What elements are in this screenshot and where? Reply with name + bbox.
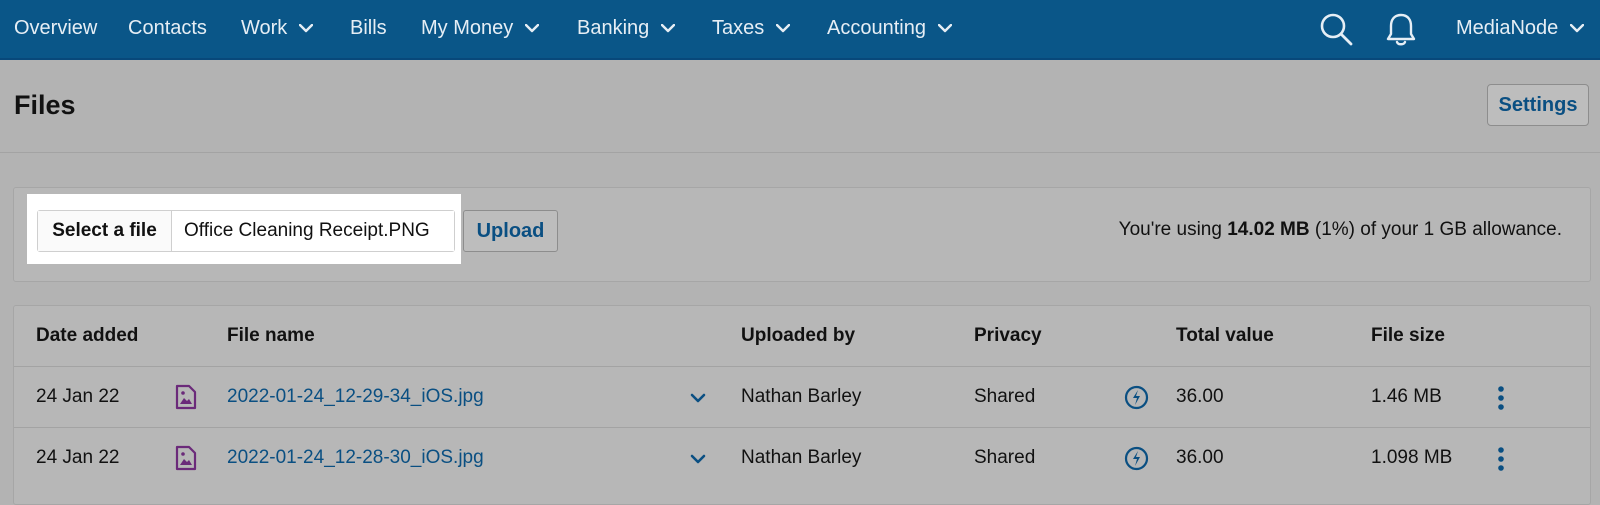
image-file-icon bbox=[175, 445, 197, 476]
table-row: 24 Jan 22 2022-01-24_12-28-30_iOS.jpg Na… bbox=[14, 428, 1590, 488]
nav-bills-label: Bills bbox=[350, 16, 387, 39]
usage-amount: 14.02 MB bbox=[1227, 219, 1310, 240]
explanation-link-icon[interactable] bbox=[1124, 446, 1149, 476]
cell-privacy: Shared bbox=[974, 447, 1036, 468]
chevron-down-icon[interactable] bbox=[690, 451, 706, 469]
more-options-icon[interactable] bbox=[1497, 446, 1505, 477]
nav-my-money-label: My Money bbox=[421, 16, 514, 39]
cell-file-size: 1.46 MB bbox=[1371, 386, 1442, 407]
chevron-down-icon bbox=[661, 23, 676, 33]
explanation-link-icon[interactable] bbox=[1124, 385, 1149, 415]
cell-date: 24 Jan 22 bbox=[36, 447, 120, 468]
page-title: Files bbox=[14, 90, 76, 120]
nav-contacts-label: Contacts bbox=[128, 16, 207, 39]
nav-overview[interactable]: Overview bbox=[14, 0, 97, 56]
usage-suffix: (1%) of your 1 GB allowance. bbox=[1309, 219, 1562, 240]
column-header-date[interactable]: Date added bbox=[36, 325, 138, 347]
file-picker[interactable]: Select a file Office Cleaning Receipt.PN… bbox=[37, 210, 455, 252]
nav-work[interactable]: Work bbox=[241, 0, 314, 56]
nav-banking[interactable]: Banking bbox=[577, 0, 676, 56]
chevron-down-icon bbox=[937, 23, 952, 33]
cell-privacy: Shared bbox=[974, 386, 1036, 407]
nav-taxes-label: Taxes bbox=[712, 16, 765, 39]
account-label: MediaNode bbox=[1456, 16, 1559, 39]
nav-banking-label: Banking bbox=[577, 16, 650, 39]
select-file-button[interactable]: Select a file bbox=[38, 211, 172, 251]
top-navigation: Overview Contacts Work Bills My Money Ba… bbox=[0, 0, 1600, 60]
chevron-down-icon bbox=[299, 23, 314, 33]
column-header-file-size[interactable]: File size bbox=[1371, 325, 1445, 347]
column-header-total-value[interactable]: Total value bbox=[1176, 325, 1274, 347]
column-header-uploaded-by[interactable]: Uploaded by bbox=[741, 325, 855, 347]
chevron-down-icon bbox=[525, 23, 540, 33]
nav-taxes[interactable]: Taxes bbox=[712, 0, 791, 56]
nav-overview-label: Overview bbox=[14, 16, 98, 39]
file-name-link[interactable]: 2022-01-24_12-28-30_iOS.jpg bbox=[227, 447, 484, 469]
nav-my-money[interactable]: My Money bbox=[421, 0, 540, 56]
cell-date: 24 Jan 22 bbox=[36, 386, 120, 407]
file-name-link[interactable]: 2022-01-24_12-29-34_iOS.jpg bbox=[227, 386, 484, 408]
account-menu[interactable]: MediaNode bbox=[1456, 0, 1585, 56]
cell-uploaded-by: Nathan Barley bbox=[741, 447, 862, 468]
chevron-down-icon bbox=[1570, 23, 1585, 33]
cell-total-value: 36.00 bbox=[1176, 386, 1224, 407]
cell-uploaded-by: Nathan Barley bbox=[741, 386, 862, 407]
column-header-file-name[interactable]: File name bbox=[227, 325, 315, 347]
image-file-icon bbox=[175, 384, 197, 415]
nav-contacts[interactable]: Contacts bbox=[128, 0, 207, 56]
more-options-icon[interactable] bbox=[1497, 385, 1505, 416]
nav-accounting[interactable]: Accounting bbox=[827, 0, 952, 56]
settings-button[interactable]: Settings bbox=[1487, 84, 1589, 126]
nav-work-label: Work bbox=[241, 16, 288, 39]
bell-icon[interactable] bbox=[1385, 11, 1421, 47]
chevron-down-icon[interactable] bbox=[690, 390, 706, 408]
column-header-privacy[interactable]: Privacy bbox=[974, 325, 1042, 347]
upload-button[interactable]: Upload bbox=[463, 210, 558, 252]
selected-file-name: Office Cleaning Receipt.PNG bbox=[172, 211, 454, 251]
nav-bills[interactable]: Bills bbox=[350, 0, 387, 56]
storage-usage: You're using 14.02 MB (1%) of your 1 GB … bbox=[1119, 219, 1562, 241]
cell-file-size: 1.098 MB bbox=[1371, 447, 1453, 468]
usage-prefix: You're using bbox=[1118, 219, 1228, 240]
search-icon[interactable] bbox=[1318, 11, 1354, 47]
page-header: Files Settings bbox=[0, 60, 1600, 153]
files-table: Date added File name Uploaded by Privacy… bbox=[13, 305, 1591, 505]
nav-accounting-label: Accounting bbox=[827, 16, 926, 39]
chevron-down-icon bbox=[776, 23, 791, 33]
upload-panel: Select a file Office Cleaning Receipt.PN… bbox=[13, 187, 1591, 282]
cell-total-value: 36.00 bbox=[1176, 447, 1224, 468]
table-row: 24 Jan 22 2022-01-24_12-29-34_iOS.jpg Na… bbox=[14, 367, 1590, 427]
